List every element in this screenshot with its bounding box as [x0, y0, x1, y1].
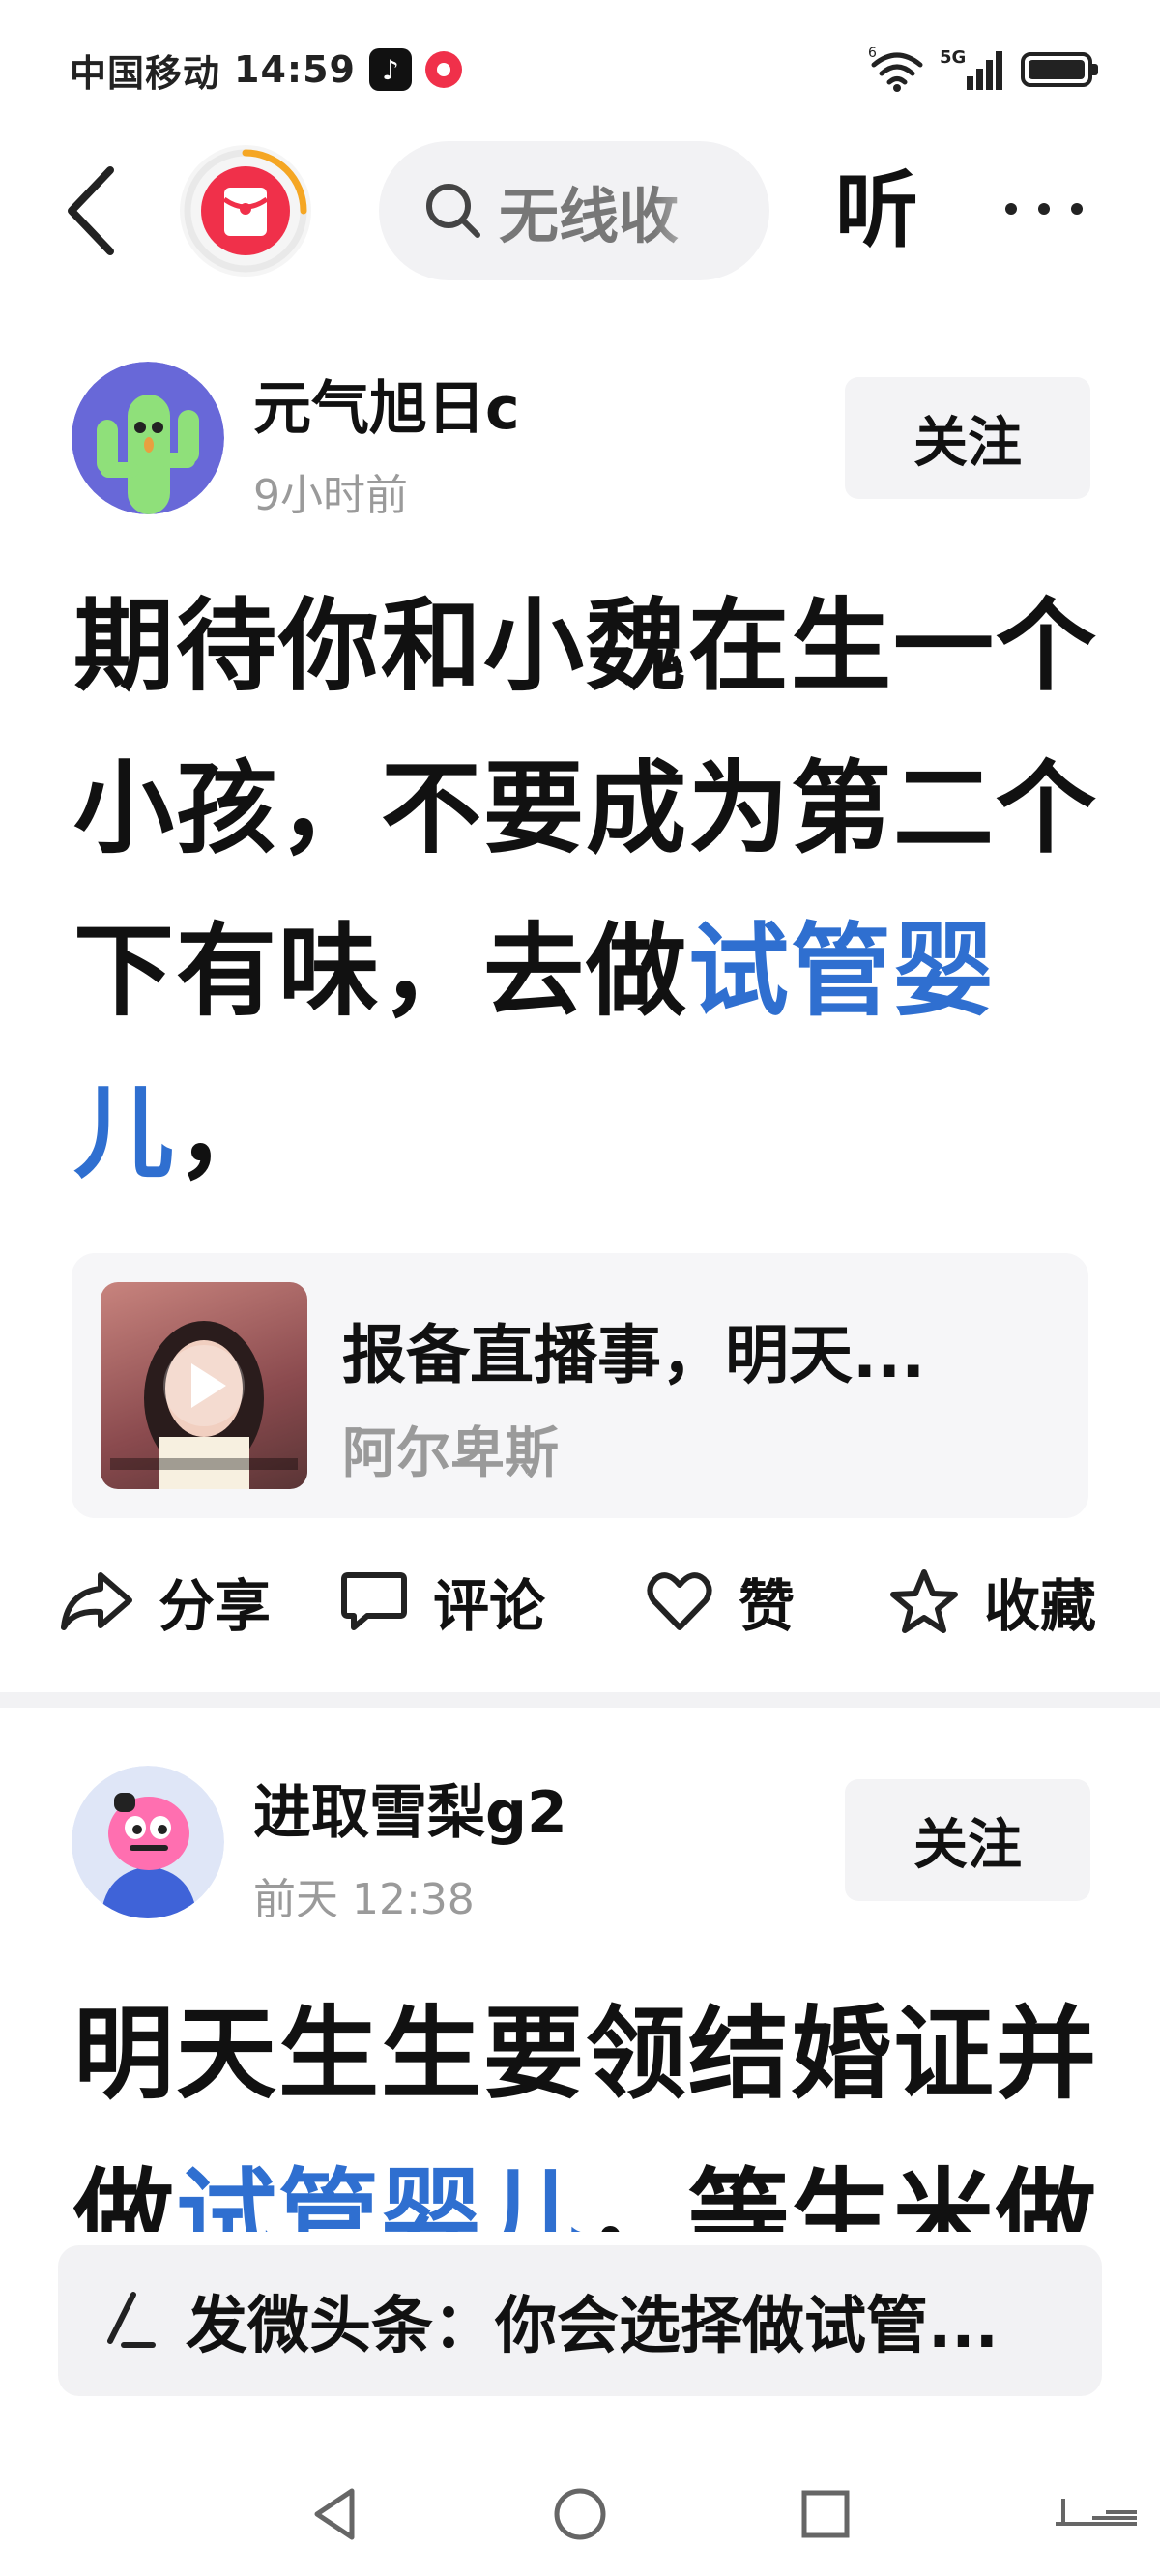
more-dot-icon — [1038, 203, 1050, 215]
more-dot-icon — [1071, 203, 1083, 215]
clock: 14:59 — [234, 48, 356, 91]
carrier-label: 中国移动 — [70, 51, 221, 95]
comment-button[interactable]: 评论 — [338, 1555, 545, 1648]
post-body[interactable]: 明天生生要领结婚证并 做试管婴儿，等生米做 — [73, 1973, 1117, 2232]
avatar[interactable] — [72, 362, 224, 514]
search-bar[interactable]: 无线收 — [379, 141, 769, 280]
nav-back-icon[interactable] — [307, 2483, 362, 2545]
share-button[interactable]: 分享 — [58, 1555, 271, 1648]
video-thumbnail — [101, 1282, 307, 1489]
avatar[interactable] — [72, 1766, 224, 1918]
post-body-line: 明天生生要领结婚证并 — [73, 1995, 1099, 2113]
post-body-text: 做 — [73, 2157, 177, 2232]
status-bar-right: 6 5G — [868, 43, 1098, 97]
tiktok-icon: ♪ — [368, 48, 412, 91]
nav-home-icon[interactable] — [551, 2485, 609, 2543]
post-body-line: 期待你和小魏在生一个 — [73, 587, 1099, 705]
search-icon — [426, 184, 480, 238]
like-label: 赞 — [739, 1573, 796, 1639]
back-button[interactable] — [58, 162, 126, 259]
favorite-button[interactable]: 收藏 — [887, 1555, 1096, 1648]
follow-button[interactable]: 关注 — [845, 377, 1090, 499]
topic-link[interactable]: 试管婴儿 — [176, 2157, 586, 2232]
topic-link[interactable]: 试管婴 — [688, 912, 996, 1030]
post-body-line: 儿， — [73, 1052, 1117, 1215]
post-username[interactable]: 元气旭日c — [253, 362, 520, 446]
post-body-line: 小孩，不要成为第二个 — [73, 749, 1099, 867]
post-username[interactable]: 进取雪梨g2 — [253, 1766, 567, 1850]
topic-link[interactable]: 儿 — [73, 1074, 176, 1192]
system-navigation-bar — [0, 2475, 1160, 2553]
share-label: 分享 — [159, 1573, 272, 1639]
like-button[interactable]: 赞 — [644, 1555, 795, 1648]
post-body[interactable]: 期待你和小魏在生一个 小孩，不要成为第二个 下有味，去做试管婴 儿， — [73, 565, 1117, 1215]
status-bar-left: 中国移动 14:59 ♪ — [70, 43, 462, 97]
share-icon — [61, 1572, 132, 1630]
battery-icon — [1021, 52, 1098, 87]
more-dot-icon — [1005, 203, 1017, 215]
comment-label: 评论 — [433, 1573, 546, 1639]
chevron-left-icon — [68, 166, 114, 255]
composer-bar[interactable]: 发微头条：你会选择做试管... — [58, 2245, 1102, 2396]
post-body-text: ， — [176, 1074, 279, 1192]
post-body-text: 下有味，去做 — [73, 912, 689, 1030]
heart-icon — [647, 1572, 712, 1630]
red-packet-button[interactable] — [180, 145, 311, 277]
notification-app-icon — [424, 51, 462, 88]
post-time: 前天 12:38 — [253, 1875, 475, 1924]
post-time: 9小时前 — [253, 471, 408, 520]
nav-recents-icon[interactable] — [798, 2487, 853, 2541]
wifi-icon: 6 — [868, 47, 923, 92]
post-body-line: 下有味，去做试管婴 — [73, 890, 1117, 1052]
favorite-label: 收藏 — [984, 1573, 1097, 1639]
post-actions: 分享 评论 赞 收藏 — [58, 1555, 1121, 1648]
cactus-avatar-icon — [72, 362, 224, 514]
post-divider — [0, 1692, 1160, 1708]
video-card-author: 阿尔卑斯 — [342, 1422, 559, 1485]
composer-prompt: 发微头条：你会选择做试管... — [186, 2291, 999, 2362]
nav-menu-icon[interactable] — [1054, 2495, 1141, 2533]
listen-button[interactable]: 听 — [835, 162, 918, 259]
post-body-text: ，等生米做 — [586, 2157, 1099, 2232]
cartoon-avatar-icon — [72, 1766, 224, 1918]
cellular-signal-icon: 5G — [940, 47, 1002, 90]
follow-button[interactable]: 关注 — [845, 1779, 1090, 1901]
more-options-button[interactable] — [1005, 180, 1083, 238]
pen-icon — [107, 2292, 156, 2348]
video-card-title: 报备直播事，明天... — [342, 1318, 926, 1392]
post-body-line: 做试管婴儿，等生米做 — [73, 2135, 1117, 2232]
star-icon — [890, 1569, 958, 1633]
wifi-label: 6 — [868, 47, 877, 61]
network-type-label: 5G — [940, 47, 966, 68]
comment-icon — [341, 1572, 407, 1630]
search-query-text: 无线收 — [499, 181, 680, 251]
red-envelope-icon — [201, 166, 290, 255]
video-card[interactable]: 报备直播事，明天... 阿尔卑斯 — [72, 1253, 1088, 1518]
